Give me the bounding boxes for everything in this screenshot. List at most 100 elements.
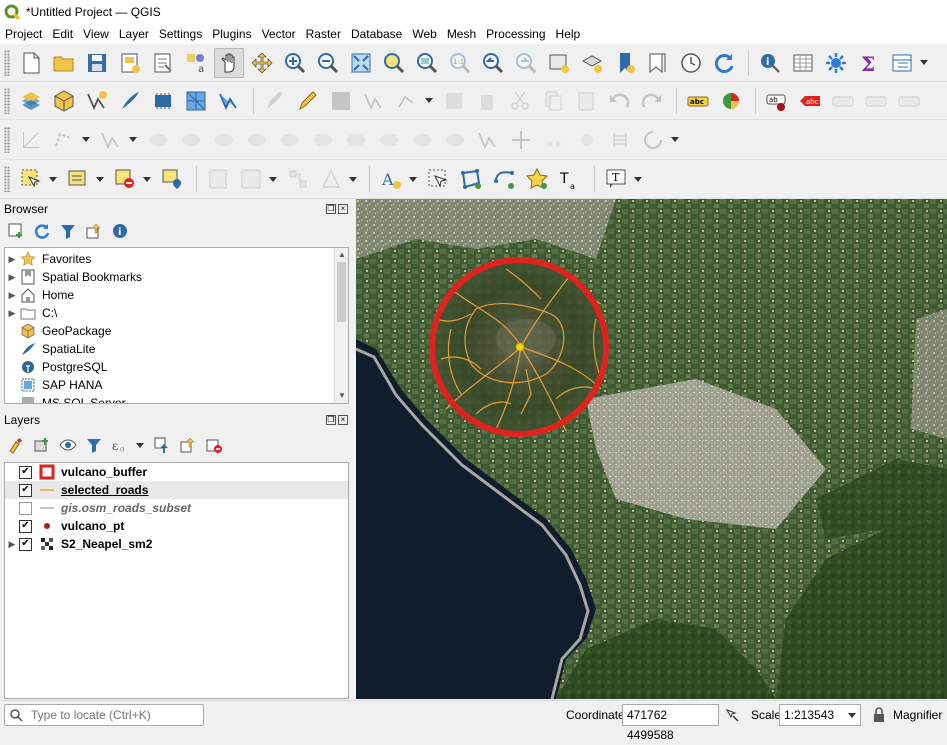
modify-attributes-button[interactable] (439, 86, 469, 116)
show-spatial-bookmarks-button[interactable] (643, 48, 673, 78)
select-by-value-button[interactable] (63, 164, 93, 194)
layer-row-s2-neapel-sm2[interactable]: ▶ ✔ S2_Neapel_sm2 (5, 535, 348, 553)
new-geopackage-layer-button[interactable] (49, 86, 79, 116)
offset-curve-button[interactable] (341, 125, 371, 155)
attributes-dropdown[interactable] (920, 48, 928, 78)
paste-features-button[interactable] (571, 86, 601, 116)
refresh-button[interactable] (709, 48, 739, 78)
browser-scrollbar[interactable]: ▲ ▼ (334, 248, 348, 403)
add-selected-layers-button[interactable] (6, 221, 26, 241)
menu-settings[interactable]: Settings (154, 24, 207, 44)
coordinate-field[interactable]: 471762 4499588 (622, 704, 719, 742)
new-virtual-layer-button[interactable] (148, 86, 178, 116)
browser-item-sap-hana[interactable]: SAP HANA (5, 376, 348, 394)
locator-bar[interactable] (4, 704, 204, 726)
field-calculator-button[interactable] (203, 164, 233, 194)
highlight-pinned-labels-button[interactable]: ab (762, 86, 792, 116)
toolbar-grip[interactable] (4, 166, 10, 192)
toggle-extents-mouse-icon[interactable] (724, 707, 740, 723)
menu-layer[interactable]: Layer (114, 24, 154, 44)
manage-map-themes-icon[interactable] (58, 435, 78, 455)
menu-view[interactable]: View (78, 24, 114, 44)
chevron-down-icon[interactable] (848, 713, 856, 718)
float-panel-button[interactable]: ❐ (326, 415, 336, 425)
scroll-up-icon[interactable]: ▲ (335, 248, 348, 262)
create-text-annotation-button[interactable]: Ta (555, 164, 585, 194)
show-hide-labels-button[interactable] (828, 86, 858, 116)
undo-button[interactable] (604, 86, 634, 116)
delete-part-button[interactable] (275, 125, 305, 155)
lock-icon[interactable] (872, 707, 886, 723)
delete-ring-button[interactable] (242, 125, 272, 155)
browser-item-spatial-bookmarks[interactable]: ▶ Spatial Bookmarks (5, 268, 348, 286)
pin-unpin-labels-button[interactable]: abc (795, 86, 825, 116)
browser-item-postgresql[interactable]: PostgreSQL (5, 358, 348, 376)
menu-vector[interactable]: Vector (257, 24, 301, 44)
select-annotation-button[interactable] (423, 164, 453, 194)
expand-all-icon[interactable] (152, 435, 172, 455)
copy-features-button[interactable] (538, 86, 568, 116)
new-shapefile-layer-button[interactable] (82, 86, 112, 116)
deselect-dropdown[interactable] (143, 164, 151, 194)
scrollbar-thumb[interactable] (337, 262, 346, 322)
text-annotation-tool-button[interactable]: T (601, 164, 631, 194)
annotation-tool-button[interactable] (236, 164, 266, 194)
reshape-button[interactable] (308, 125, 338, 155)
zoom-out-button[interactable] (313, 48, 343, 78)
merge-attributes-button[interactable] (506, 125, 536, 155)
collapse-all-layers-icon[interactable] (178, 435, 198, 455)
scale-combobox[interactable]: 1:213543 (779, 704, 861, 726)
add-virtual-mesh-button[interactable] (214, 86, 244, 116)
open-attribute-table-button[interactable] (788, 48, 818, 78)
redo-button[interactable] (637, 86, 667, 116)
layer-row-vulcano-buffer[interactable]: ✔ vulcano_buffer (5, 463, 348, 481)
menu-help[interactable]: Help (551, 24, 586, 44)
rotate-point-symbols-button[interactable] (539, 125, 569, 155)
georeferencer-button[interactable] (283, 164, 313, 194)
mesh-editor-dropdown[interactable] (349, 164, 357, 194)
zoom-native-button[interactable]: 1:1 (445, 48, 475, 78)
zoom-to-layer-button[interactable] (412, 48, 442, 78)
menu-web[interactable]: Web (407, 24, 441, 44)
fill-ring-button[interactable] (209, 125, 239, 155)
menu-plugins[interactable]: Plugins (207, 24, 256, 44)
create-line-annotation-button[interactable] (489, 164, 519, 194)
zoom-in-button[interactable] (280, 48, 310, 78)
toolbar-grip[interactable] (4, 49, 10, 76)
layer-visibility-checkbox[interactable]: ✔ (19, 537, 32, 551)
add-part-button[interactable] (176, 125, 206, 155)
layer-labeling-options-button[interactable]: abc (683, 86, 713, 116)
scroll-down-icon[interactable]: ▼ (335, 389, 348, 403)
data-source-manager-button[interactable] (16, 86, 46, 116)
filter-browser-icon[interactable] (58, 221, 78, 241)
text-annotation-dropdown[interactable] (409, 164, 417, 194)
advanced-digitizing-button[interactable] (16, 125, 46, 155)
layer-diagram-options-button[interactable] (716, 86, 746, 116)
toolbar-grip[interactable] (4, 126, 10, 153)
style-manager-button[interactable]: a (181, 48, 211, 78)
create-marker-annotation-button[interactable] (522, 164, 552, 194)
pan-map-button[interactable] (214, 47, 244, 78)
rotate-label-button[interactable] (894, 86, 924, 116)
select-by-value-dropdown[interactable] (96, 164, 104, 194)
browser-item-favorites[interactable]: ▶ Favorites (5, 250, 348, 268)
toggle-editing-button[interactable] (293, 86, 323, 116)
save-layer-edits-button[interactable] (326, 86, 356, 116)
menu-database[interactable]: Database (346, 24, 407, 44)
filter-expression-dropdown[interactable] (136, 435, 144, 455)
add-feature-button[interactable] (359, 86, 389, 116)
save-project-button[interactable] (82, 48, 112, 78)
menu-raster[interactable]: Raster (301, 24, 346, 44)
filter-legend-icon[interactable] (84, 435, 104, 455)
layer-visibility-checkbox[interactable]: ✔ (19, 483, 32, 497)
current-edits-button[interactable] (260, 86, 290, 116)
zoom-last-button[interactable] (478, 48, 508, 78)
trim-extend-button[interactable] (638, 125, 668, 155)
browser-item-ms-sql-server[interactable]: MS SQL Server (5, 394, 348, 403)
new-spatialite-layer-button[interactable] (115, 86, 145, 116)
properties-info-icon[interactable]: i (110, 221, 130, 241)
zoom-to-selection-button[interactable] (379, 48, 409, 78)
browser-item-c[interactable]: ▶ C:\ (5, 304, 348, 322)
new-spatial-bookmark-button[interactable] (610, 48, 640, 78)
new-map-view-button[interactable] (544, 48, 574, 78)
